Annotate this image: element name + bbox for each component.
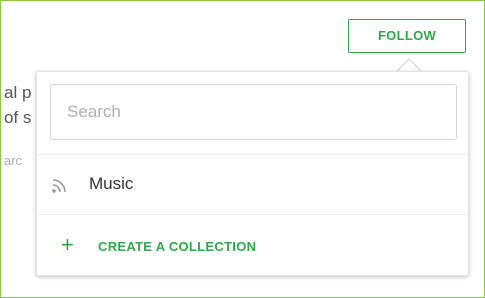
- collections-popover: Music + CREATE A COLLECTION: [36, 71, 469, 276]
- collection-item-label: Music: [89, 174, 134, 193]
- create-collection-button[interactable]: + CREATE A COLLECTION: [37, 215, 468, 275]
- background-text-line: of s: [4, 108, 32, 127]
- search-input[interactable]: [50, 84, 457, 140]
- background-text-line: al p: [4, 83, 32, 102]
- plus-icon: +: [61, 232, 74, 257]
- rss-icon: [52, 179, 66, 193]
- background-text-line: arc: [4, 153, 23, 168]
- collection-item-music[interactable]: Music: [37, 155, 468, 214]
- create-collection-label: CREATE A COLLECTION: [98, 239, 257, 254]
- follow-button[interactable]: FOLLOW: [348, 19, 466, 53]
